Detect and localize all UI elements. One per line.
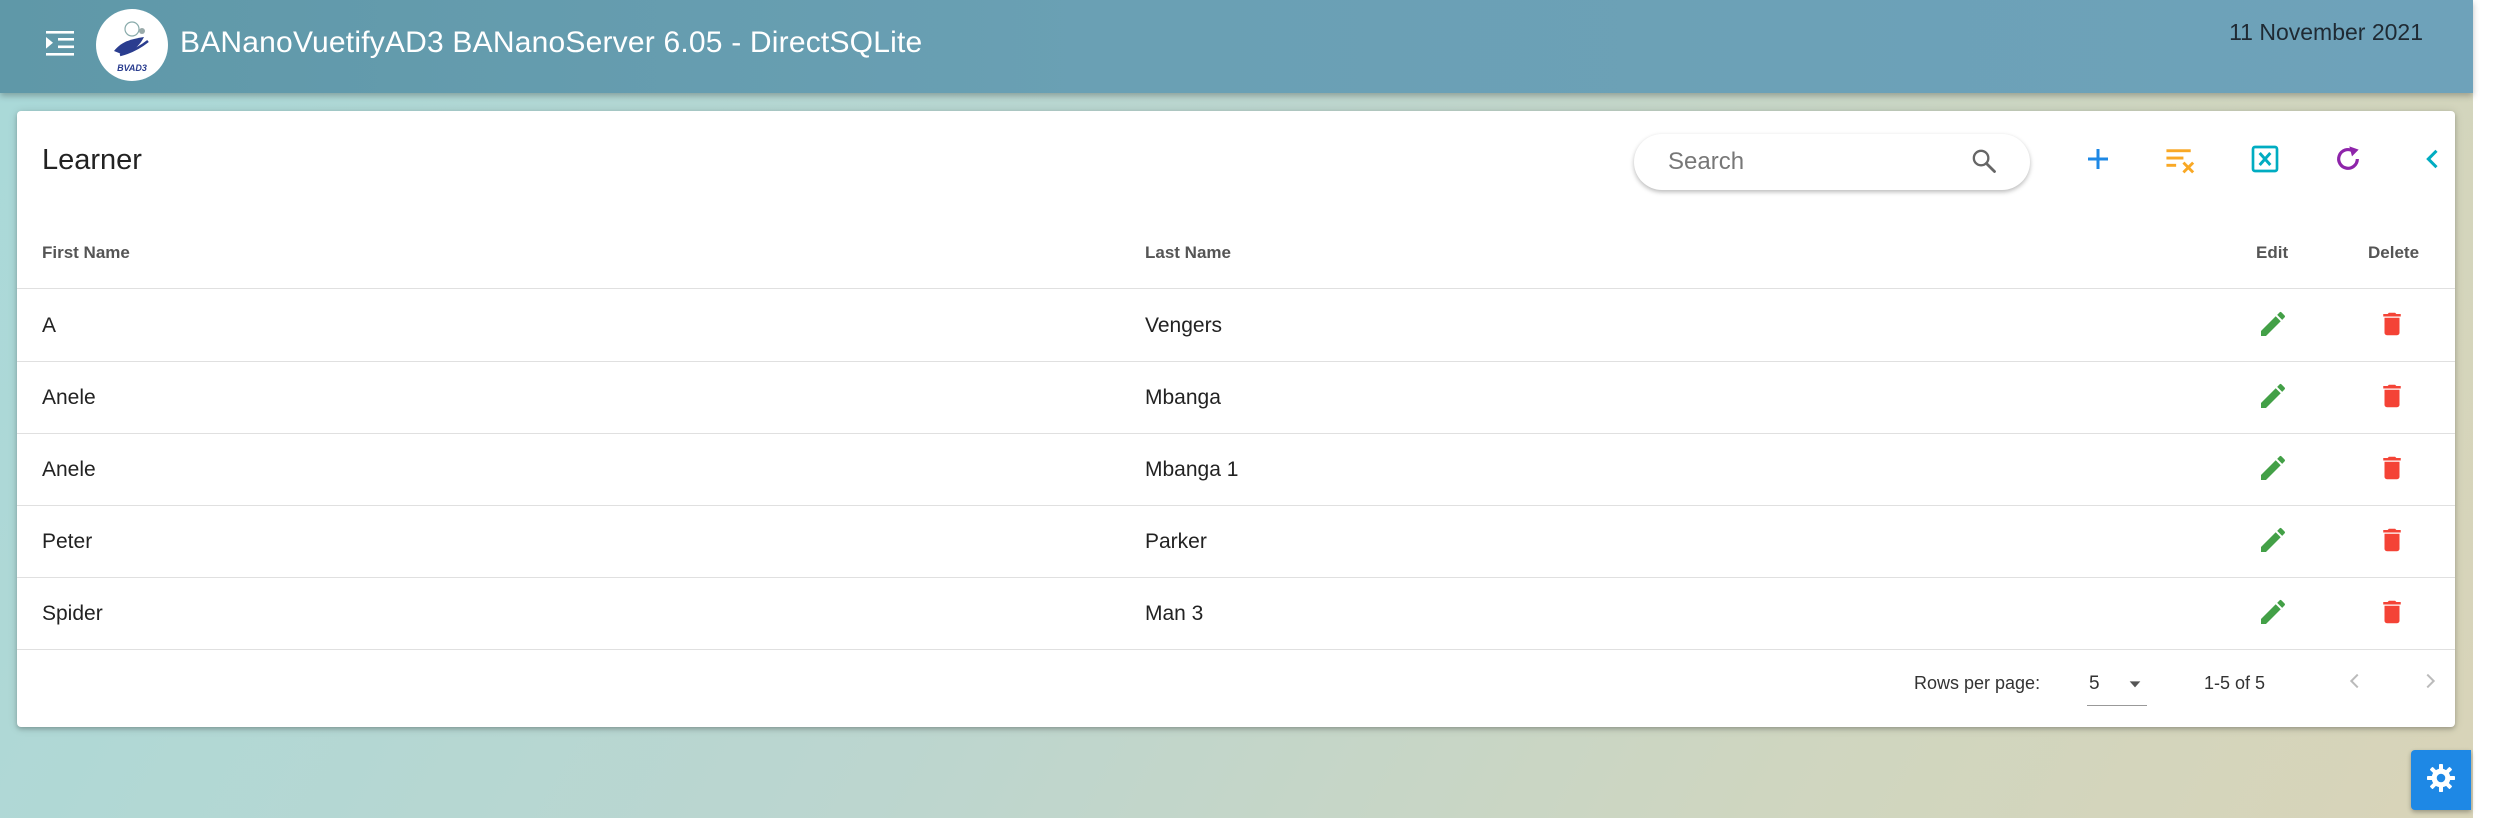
menu-toggle-button[interactable]: [40, 28, 80, 62]
export-excel-button[interactable]: [2241, 137, 2289, 185]
search-box: [1634, 134, 2030, 190]
delete-button[interactable]: [2374, 308, 2410, 344]
app-date: 11 November 2021: [2229, 19, 2423, 45]
header-edit: Edit: [2256, 243, 2289, 262]
header-first-name[interactable]: First Name: [42, 243, 130, 263]
cell-first-name: Anele: [42, 386, 96, 409]
clear-filter-button[interactable]: [2157, 137, 2205, 185]
plus-icon: [2083, 144, 2113, 179]
chevron-left-icon: [2419, 145, 2447, 178]
cell-first-name: Peter: [42, 530, 93, 553]
search-icon: [1970, 147, 1998, 180]
cell-first-name: A: [42, 314, 57, 337]
chevron-left-icon: [2344, 670, 2366, 697]
pencil-icon: [2257, 380, 2289, 417]
learner-card: Learner Search First Name Last Name Edit…: [17, 111, 2455, 727]
page-scrollbar[interactable]: [2473, 0, 2495, 818]
edit-button[interactable]: [2255, 308, 2291, 344]
back-button[interactable]: [2409, 137, 2457, 185]
next-page-button[interactable]: [2414, 667, 2446, 699]
rows-per-page-select[interactable]: 5: [2087, 666, 2147, 706]
refresh-icon: [2332, 143, 2364, 180]
cell-last-name: Vengers: [1145, 314, 1223, 337]
delete-button[interactable]: [2374, 524, 2410, 560]
gear-icon: [2425, 762, 2457, 799]
pencil-icon: [2257, 596, 2289, 633]
filter-remove-icon: [2164, 144, 2198, 179]
header-delete: Delete: [2368, 243, 2420, 262]
page-info: 1-5 of 5: [2204, 673, 2266, 693]
pencil-icon: [2257, 452, 2289, 489]
edit-button[interactable]: [2255, 452, 2291, 488]
add-button[interactable]: [2074, 137, 2122, 185]
app-title: BANanoVuetifyAD3 BANanoServer 6.05 - Dir…: [180, 26, 923, 59]
cell-last-name: Man 3: [1145, 602, 1204, 625]
table-header: First Name Last Name Edit Delete: [17, 223, 2455, 289]
trash-icon: [2377, 308, 2407, 345]
trash-icon: [2377, 380, 2407, 417]
rows-per-page-value: 5: [2089, 673, 2100, 694]
delete-button[interactable]: [2374, 380, 2410, 416]
search-input[interactable]: [1668, 142, 1958, 182]
settings-button[interactable]: [2411, 750, 2471, 810]
delete-button[interactable]: [2374, 452, 2410, 488]
chevron-right-icon: [2419, 670, 2441, 697]
pencil-icon: [2257, 524, 2289, 561]
cell-first-name: Spider: [42, 602, 103, 625]
pencil-icon: [2257, 308, 2289, 345]
excel-icon: [2249, 143, 2281, 180]
cell-first-name: Anele: [42, 458, 96, 481]
edit-button[interactable]: [2255, 524, 2291, 560]
menu-open-icon: [44, 29, 76, 62]
table-row[interactable]: Anele Mbanga 1: [17, 434, 2455, 506]
caret-down-icon: [2127, 676, 2143, 697]
edit-button[interactable]: [2255, 380, 2291, 416]
cell-last-name: Mbanga 1: [1145, 458, 1239, 481]
previous-page-button[interactable]: [2339, 667, 2371, 699]
card-title: Learner: [42, 144, 142, 176]
table-row[interactable]: Spider Man 3: [17, 578, 2455, 650]
refresh-button[interactable]: [2324, 137, 2372, 185]
header-last-name[interactable]: Last Name: [1145, 243, 1231, 263]
rows-per-page-label: Rows per page:: [1914, 673, 2041, 693]
svg-text:BVAD3: BVAD3: [117, 63, 147, 73]
table-row[interactable]: Anele Mbanga: [17, 362, 2455, 434]
cell-last-name: Mbanga: [1145, 386, 1221, 409]
trash-icon: [2377, 524, 2407, 561]
cell-last-name: Parker: [1145, 530, 1207, 553]
logo-graphic: BVAD3: [114, 21, 149, 73]
table-row[interactable]: Peter Parker: [17, 506, 2455, 578]
trash-icon: [2377, 596, 2407, 633]
trash-icon: [2377, 452, 2407, 489]
table-row[interactable]: A Vengers: [17, 290, 2455, 362]
search-button[interactable]: [1969, 148, 1999, 178]
delete-button[interactable]: [2374, 596, 2410, 632]
edit-button[interactable]: [2255, 596, 2291, 632]
app-logo: BVAD3: [96, 9, 168, 81]
app-bar: BVAD3 BANanoVuetifyAD3 BANanoServer 6.05…: [0, 0, 2473, 93]
